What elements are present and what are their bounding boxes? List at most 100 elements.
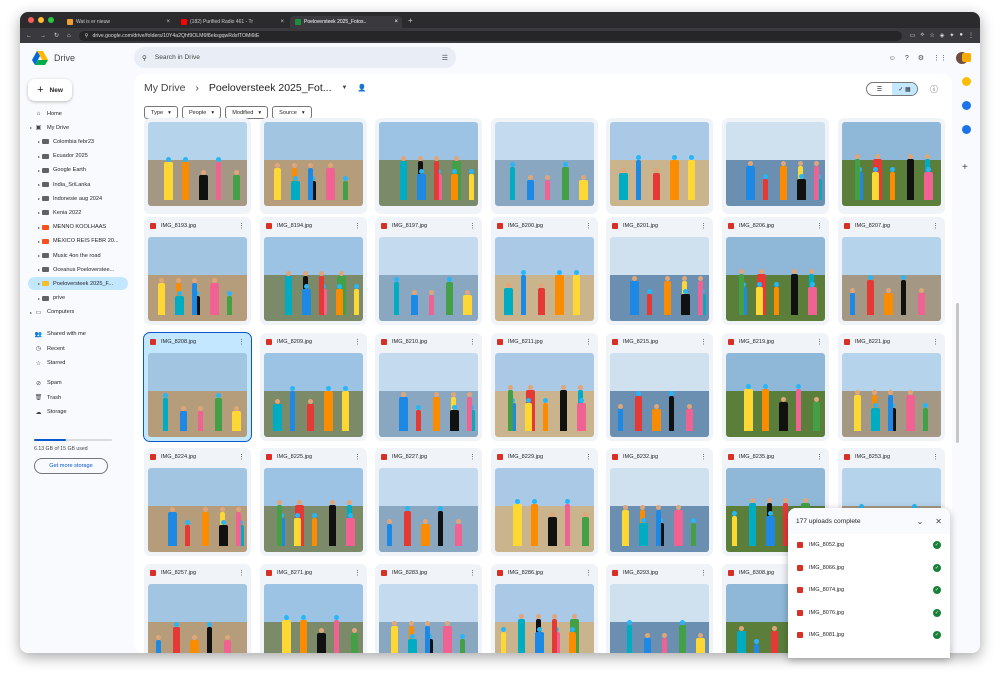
collapse-chevron-icon[interactable]: ⌄ xyxy=(917,517,924,526)
caret-down-icon[interactable]: ▼ xyxy=(342,85,348,91)
breadcrumb-my-drive[interactable]: My Drive xyxy=(144,82,185,94)
file-thumbnail[interactable] xyxy=(379,468,478,552)
search-input[interactable]: Search in Drive xyxy=(155,54,200,61)
more-actions-icon[interactable]: ⋮ xyxy=(238,338,245,346)
more-actions-icon[interactable]: ⋮ xyxy=(932,453,939,461)
sidebar-folder[interactable]: ▸ Ecuador 2025 xyxy=(28,150,128,163)
file-thumbnail[interactable] xyxy=(495,468,594,552)
search-icon[interactable]: ⚲ xyxy=(142,54,147,62)
search-options-icon[interactable]: ☰ xyxy=(442,54,448,62)
sidebar-folder[interactable]: ▸ Indonesie aug 2024 xyxy=(28,192,128,205)
file-card[interactable]: IMG_8215.jpg ⋮ xyxy=(606,333,713,441)
file-card[interactable]: IMG_8194.jpg ⋮ xyxy=(260,217,367,325)
file-card[interactable]: IMG_8232.jpg ⋮ xyxy=(606,448,713,556)
file-thumbnail[interactable] xyxy=(610,353,709,437)
file-card[interactable]: IMG_8208.jpg ⋮ xyxy=(143,332,252,442)
file-card[interactable]: IMG_8229.jpg ⋮ xyxy=(491,448,598,556)
file-card[interactable] xyxy=(260,118,367,214)
sidebar-item-computers[interactable]: ▸ ▭ Computers xyxy=(28,306,128,319)
browser-tab[interactable]: (182) Purified Radio 461 - Tr × xyxy=(176,16,288,28)
file-thumbnail[interactable] xyxy=(842,353,941,437)
new-tab-icon[interactable]: + xyxy=(408,16,413,25)
file-thumbnail[interactable] xyxy=(726,353,825,437)
more-actions-icon[interactable]: ⋮ xyxy=(816,222,823,230)
file-thumbnail[interactable] xyxy=(610,237,709,321)
tasks-icon[interactable] xyxy=(962,101,971,110)
more-actions-icon[interactable]: ⋮ xyxy=(700,569,707,577)
file-thumbnail[interactable] xyxy=(148,353,247,437)
sidebar-item-trash[interactable]: 🗑 Trash xyxy=(28,391,128,404)
file-thumbnail[interactable] xyxy=(264,237,363,321)
grid-view-icon[interactable]: ✓ ▦ xyxy=(892,83,917,95)
file-card[interactable]: IMG_8200.jpg ⋮ xyxy=(491,217,598,325)
file-thumbnail[interactable] xyxy=(379,237,478,321)
more-actions-icon[interactable]: ⋮ xyxy=(469,453,476,461)
sidebar-folder[interactable]: ▸ Poeloversteek 2025_F... xyxy=(28,277,128,291)
tab-close-icon[interactable]: × xyxy=(166,19,170,25)
more-actions-icon[interactable]: ⋮ xyxy=(469,338,476,346)
file-thumbnail[interactable] xyxy=(264,584,363,653)
tab-close-icon[interactable]: × xyxy=(280,19,284,25)
file-thumbnail[interactable] xyxy=(264,122,363,206)
more-actions-icon[interactable]: ⋮ xyxy=(469,569,476,577)
more-actions-icon[interactable]: ⋮ xyxy=(354,338,361,346)
sidebar-item-shared-with-me[interactable]: 👥 Shared with me xyxy=(28,328,128,341)
address-bar[interactable]: ⚲ drive.google.com/drive/folders/10Y4a2Q… xyxy=(78,30,902,41)
details-info-icon[interactable]: ⓘ xyxy=(930,84,938,95)
search-bar[interactable]: ⚲ Search in Drive ☰ xyxy=(134,47,456,68)
puzzle-icon[interactable]: ✦ xyxy=(949,32,954,39)
file-thumbnail[interactable] xyxy=(148,584,247,653)
file-card[interactable]: IMG_8286.jpg ⋮ xyxy=(491,564,598,653)
file-card[interactable] xyxy=(375,118,482,214)
close-window-icon[interactable] xyxy=(28,17,34,23)
file-card[interactable]: IMG_8210.jpg ⋮ xyxy=(375,333,482,441)
sidebar-item-storage[interactable]: ☁ Storage xyxy=(28,406,128,419)
file-thumbnail[interactable] xyxy=(148,237,247,321)
file-thumbnail[interactable] xyxy=(495,237,594,321)
file-thumbnail[interactable] xyxy=(148,122,247,206)
sidebar-item-my-drive[interactable]: ▸ ▣ My Drive xyxy=(28,121,128,134)
file-card[interactable]: IMG_8227.jpg ⋮ xyxy=(375,448,482,556)
keep-icon[interactable] xyxy=(962,77,971,86)
reload-icon[interactable]: ↻ xyxy=(54,32,59,39)
file-thumbnail[interactable] xyxy=(264,468,363,552)
file-thumbnail[interactable] xyxy=(495,353,594,437)
more-actions-icon[interactable]: ⋮ xyxy=(354,453,361,461)
extension-icon[interactable]: ◈ xyxy=(940,32,945,39)
cast-icon[interactable]: ▭ xyxy=(910,32,916,39)
help-icon[interactable]: ? xyxy=(905,55,909,62)
file-thumbnail[interactable] xyxy=(264,353,363,437)
settings-gear-icon[interactable]: ⚙ xyxy=(918,54,924,62)
share-people-icon[interactable]: 👤 xyxy=(357,84,366,92)
file-thumbnail[interactable] xyxy=(148,468,247,552)
contacts-icon[interactable] xyxy=(962,125,971,134)
browser-tab[interactable]: Poeloversteek 2025_Fotos.. × xyxy=(290,16,402,28)
upload-item[interactable]: IMG_8074.jpg ✓ xyxy=(788,579,950,602)
file-card[interactable] xyxy=(838,118,945,214)
file-card[interactable]: IMG_8197.jpg ⋮ xyxy=(375,217,482,325)
file-thumbnail[interactable] xyxy=(379,122,478,206)
file-card[interactable]: IMG_8283.jpg ⋮ xyxy=(375,564,482,653)
file-card[interactable] xyxy=(491,118,598,214)
browser-tab[interactable]: Wat is er nieuw × xyxy=(62,16,174,28)
file-thumbnail[interactable] xyxy=(726,122,825,206)
sidebar-item-starred[interactable]: ☆ Starred xyxy=(28,357,128,370)
sidebar-folder[interactable]: ▸ Colombia febr23 xyxy=(28,135,128,148)
sidebar-folder[interactable]: ▸ Music 4on the road xyxy=(28,249,128,262)
breadcrumb-current-folder[interactable]: Poeloversteek 2025_Fot... xyxy=(209,82,332,94)
more-actions-icon[interactable]: ⋮ xyxy=(585,453,592,461)
sidebar-folder[interactable]: ▸ Google Earth xyxy=(28,164,128,177)
sidebar-item-spam[interactable]: ⊘ Spam xyxy=(28,377,128,390)
more-actions-icon[interactable]: ⋮ xyxy=(585,338,592,346)
minimize-window-icon[interactable] xyxy=(38,17,44,23)
site-info-icon[interactable]: ⚲ xyxy=(85,33,89,39)
ready-offline-icon[interactable]: ☺ xyxy=(889,55,896,62)
file-card[interactable] xyxy=(722,118,829,214)
more-actions-icon[interactable]: ⋮ xyxy=(816,338,823,346)
file-card[interactable]: IMG_8206.jpg ⋮ xyxy=(722,217,829,325)
forward-icon[interactable]: → xyxy=(40,33,46,39)
file-card[interactable]: IMG_8257.jpg ⋮ xyxy=(144,564,251,653)
translate-icon[interactable]: ⟡ xyxy=(920,32,924,39)
file-thumbnail[interactable] xyxy=(495,122,594,206)
more-actions-icon[interactable]: ⋮ xyxy=(354,569,361,577)
